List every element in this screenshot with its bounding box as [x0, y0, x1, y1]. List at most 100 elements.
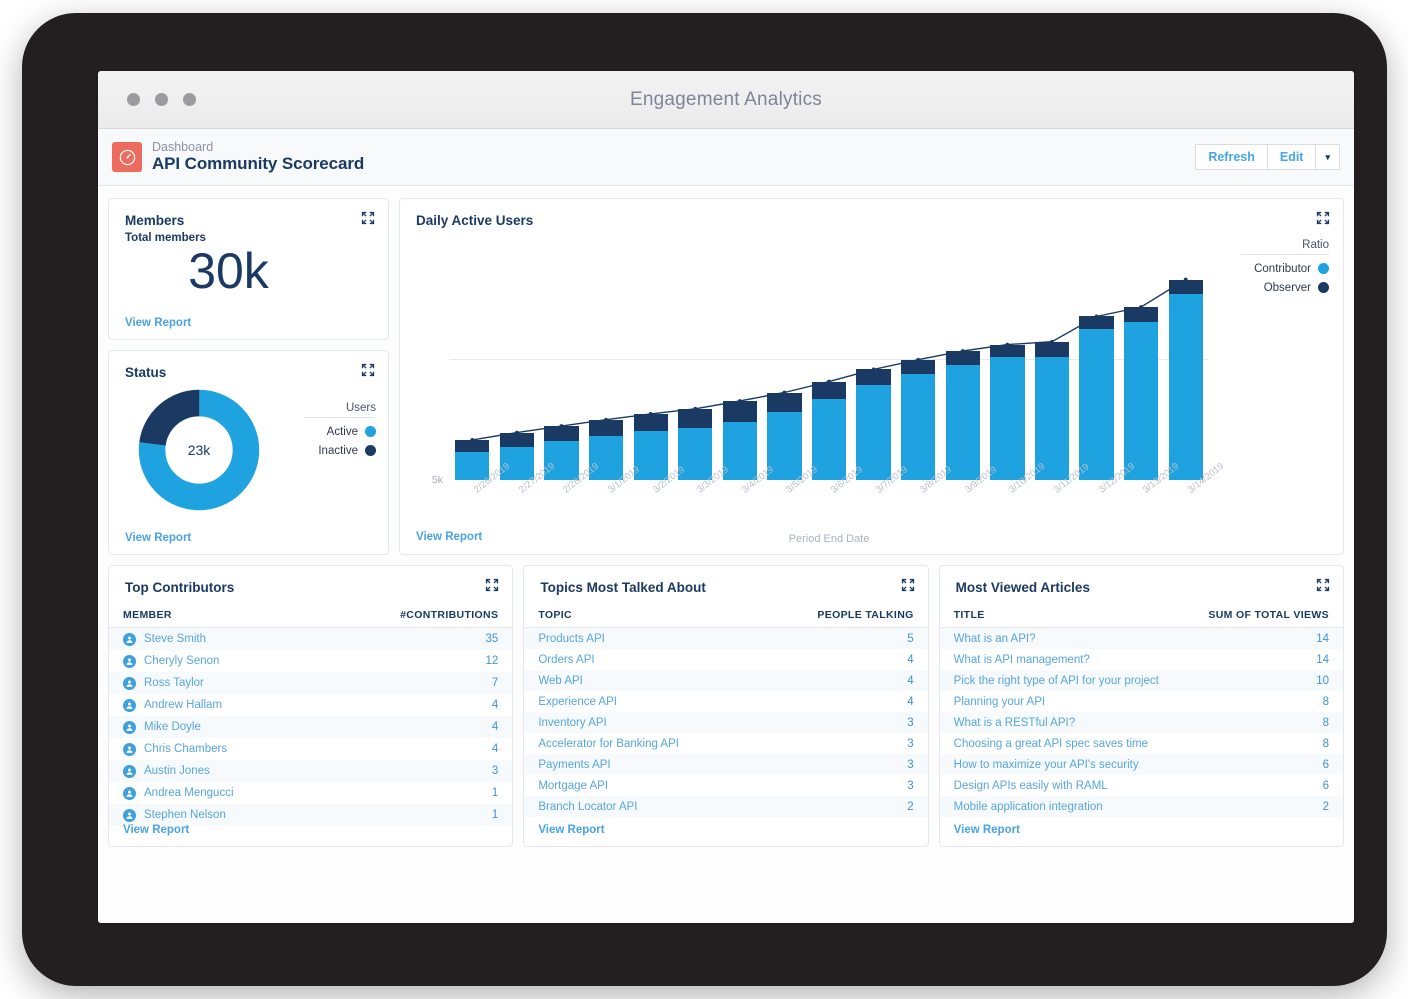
expand-icon[interactable]: [1316, 578, 1330, 597]
bar-segment-observer[interactable]: [901, 359, 936, 375]
row-label-cell[interactable]: Experience API: [524, 691, 759, 712]
chevron-down-icon[interactable]: ▾: [1316, 144, 1340, 170]
bar-segment-contributor[interactable]: [811, 398, 847, 480]
row-label-cell[interactable]: Branch Locator API: [524, 796, 759, 817]
table-row[interactable]: Steve Smith 35: [109, 627, 513, 651]
refresh-button[interactable]: Refresh: [1195, 144, 1268, 170]
chart-view-report-link[interactable]: View Report: [416, 531, 482, 543]
column-header-contributions[interactable]: #CONTRIBUTIONS: [321, 605, 513, 628]
table-row[interactable]: Andrea Mengucci 1: [109, 782, 512, 804]
row-label-cell[interactable]: Payments API: [524, 754, 759, 775]
bar-segment-observer[interactable]: [767, 392, 802, 412]
bar-segment-contributor[interactable]: [901, 374, 936, 480]
table-row[interactable]: Mobile application integration 2: [939, 796, 1343, 817]
row-label-cell[interactable]: Stephen Nelson: [109, 804, 321, 826]
column-header-title[interactable]: TITLE: [939, 605, 1190, 628]
expand-icon[interactable]: [901, 578, 915, 597]
table-row[interactable]: What is API management? 14: [940, 649, 1343, 670]
legend-item-active[interactable]: Active: [304, 422, 376, 441]
stacked-bar[interactable]: [1079, 316, 1114, 480]
bar-segment-observer[interactable]: [1079, 316, 1114, 330]
row-label-cell[interactable]: Andrew Hallam: [109, 694, 321, 716]
edit-button[interactable]: Edit: [1267, 144, 1317, 170]
table-row[interactable]: Andrew Hallam 4: [109, 694, 512, 716]
row-label-cell[interactable]: Inventory API: [524, 712, 759, 733]
articles-view-report-link[interactable]: View Report: [954, 824, 1020, 836]
table-row[interactable]: Choosing a great API spec saves time 8: [940, 733, 1343, 754]
table-row[interactable]: Pick the right type of API for your proj…: [939, 670, 1343, 691]
stacked-bar[interactable]: [455, 439, 490, 480]
row-label-cell[interactable]: Steve Smith: [109, 628, 321, 651]
row-label-cell[interactable]: Mike Doyle: [109, 716, 321, 738]
bar-segment-observer[interactable]: [856, 369, 891, 386]
bar-segment-contributor[interactable]: [1168, 294, 1203, 480]
bar-segment-observer[interactable]: [588, 419, 624, 437]
bar-segment-observer[interactable]: [1034, 341, 1070, 358]
row-label-cell[interactable]: How to maximize your API's security: [940, 754, 1190, 775]
table-row[interactable]: Payments API 3: [524, 754, 928, 775]
table-row[interactable]: Accelerator for Banking API 3: [524, 733, 927, 754]
row-label-cell[interactable]: Planning your API: [940, 691, 1190, 712]
row-label-cell[interactable]: Mortgage API: [524, 775, 759, 796]
topics-view-report-link[interactable]: View Report: [538, 824, 604, 836]
bar-segment-observer[interactable]: [544, 426, 579, 442]
table-row[interactable]: Experience API 4: [524, 691, 927, 712]
table-row[interactable]: Design APIs easily with RAML 6: [940, 775, 1343, 796]
bar-segment-contributor[interactable]: [1079, 329, 1114, 480]
table-row[interactable]: Web API 4: [524, 670, 928, 691]
stacked-bar[interactable]: [1124, 307, 1159, 480]
table-row[interactable]: Branch Locator API 2: [524, 796, 928, 817]
stacked-bar[interactable]: [1034, 341, 1070, 480]
row-label-cell[interactable]: Mobile application integration: [940, 796, 1190, 817]
stacked-bar[interactable]: [945, 350, 980, 480]
bar-segment-observer[interactable]: [1124, 307, 1159, 323]
top-contributors-view-report-link[interactable]: View Report: [123, 824, 189, 836]
column-header-total-views[interactable]: SUM OF TOTAL VIEWS: [1189, 605, 1343, 628]
breadcrumb[interactable]: Dashboard: [152, 140, 364, 154]
bar-segment-observer[interactable]: [633, 413, 668, 432]
bar-segment-observer[interactable]: [1168, 279, 1203, 295]
bar-segment-contributor[interactable]: [945, 364, 980, 480]
legend-item-inactive[interactable]: Inactive: [304, 441, 376, 460]
table-row[interactable]: Austin Jones 3: [109, 760, 513, 782]
row-label-cell[interactable]: Chris Chambers: [109, 738, 321, 760]
bar-segment-observer[interactable]: [499, 432, 535, 448]
stacked-bar[interactable]: [767, 392, 802, 480]
bar-segment-observer[interactable]: [678, 408, 713, 428]
table-row[interactable]: How to maximize your API's security 6: [939, 754, 1343, 775]
bar-segment-observer[interactable]: [990, 344, 1025, 358]
row-label-cell[interactable]: Pick the right type of API for your proj…: [940, 670, 1190, 691]
table-row[interactable]: Mike Doyle 4: [109, 716, 513, 738]
table-row[interactable]: What is an API? 14: [939, 627, 1343, 650]
expand-icon[interactable]: [361, 363, 375, 382]
legend-item-observer[interactable]: Observer: [1241, 278, 1329, 297]
bar-segment-observer[interactable]: [945, 350, 980, 365]
stacked-bar[interactable]: [901, 359, 936, 480]
column-header-topic[interactable]: TOPIC: [524, 605, 760, 628]
table-row[interactable]: Orders API 4: [524, 649, 927, 670]
table-row[interactable]: Products API 5: [524, 627, 928, 650]
row-label-cell[interactable]: Products API: [524, 628, 759, 650]
table-row[interactable]: What is a RESTful API? 8: [939, 712, 1343, 733]
bar-segment-observer[interactable]: [455, 439, 490, 453]
row-label-cell[interactable]: What is a RESTful API?: [940, 712, 1190, 733]
column-header-member[interactable]: MEMBER: [109, 605, 322, 628]
status-view-report-link[interactable]: View Report: [125, 532, 191, 544]
row-label-cell[interactable]: Austin Jones: [109, 760, 321, 782]
row-label-cell[interactable]: Choosing a great API spec saves time: [940, 733, 1190, 754]
table-row[interactable]: Planning your API 8: [940, 691, 1343, 712]
row-label-cell[interactable]: Web API: [524, 670, 759, 691]
row-label-cell[interactable]: Accelerator for Banking API: [524, 733, 759, 754]
expand-icon[interactable]: [361, 211, 375, 230]
row-label-cell[interactable]: What is API management?: [940, 649, 1190, 670]
row-label-cell[interactable]: What is an API?: [940, 628, 1190, 650]
stacked-bar[interactable]: [990, 344, 1025, 480]
expand-icon[interactable]: [1316, 211, 1330, 230]
row-label-cell[interactable]: Orders API: [524, 649, 759, 670]
stacked-bar[interactable]: [811, 381, 847, 480]
table-row[interactable]: Chris Chambers 4: [109, 738, 512, 760]
table-row[interactable]: Stephen Nelson 1: [109, 804, 513, 826]
bar-segment-contributor[interactable]: [856, 385, 891, 480]
bar-segment-contributor[interactable]: [990, 357, 1025, 480]
column-header-people-talking[interactable]: PEOPLE TALKING: [759, 605, 928, 628]
